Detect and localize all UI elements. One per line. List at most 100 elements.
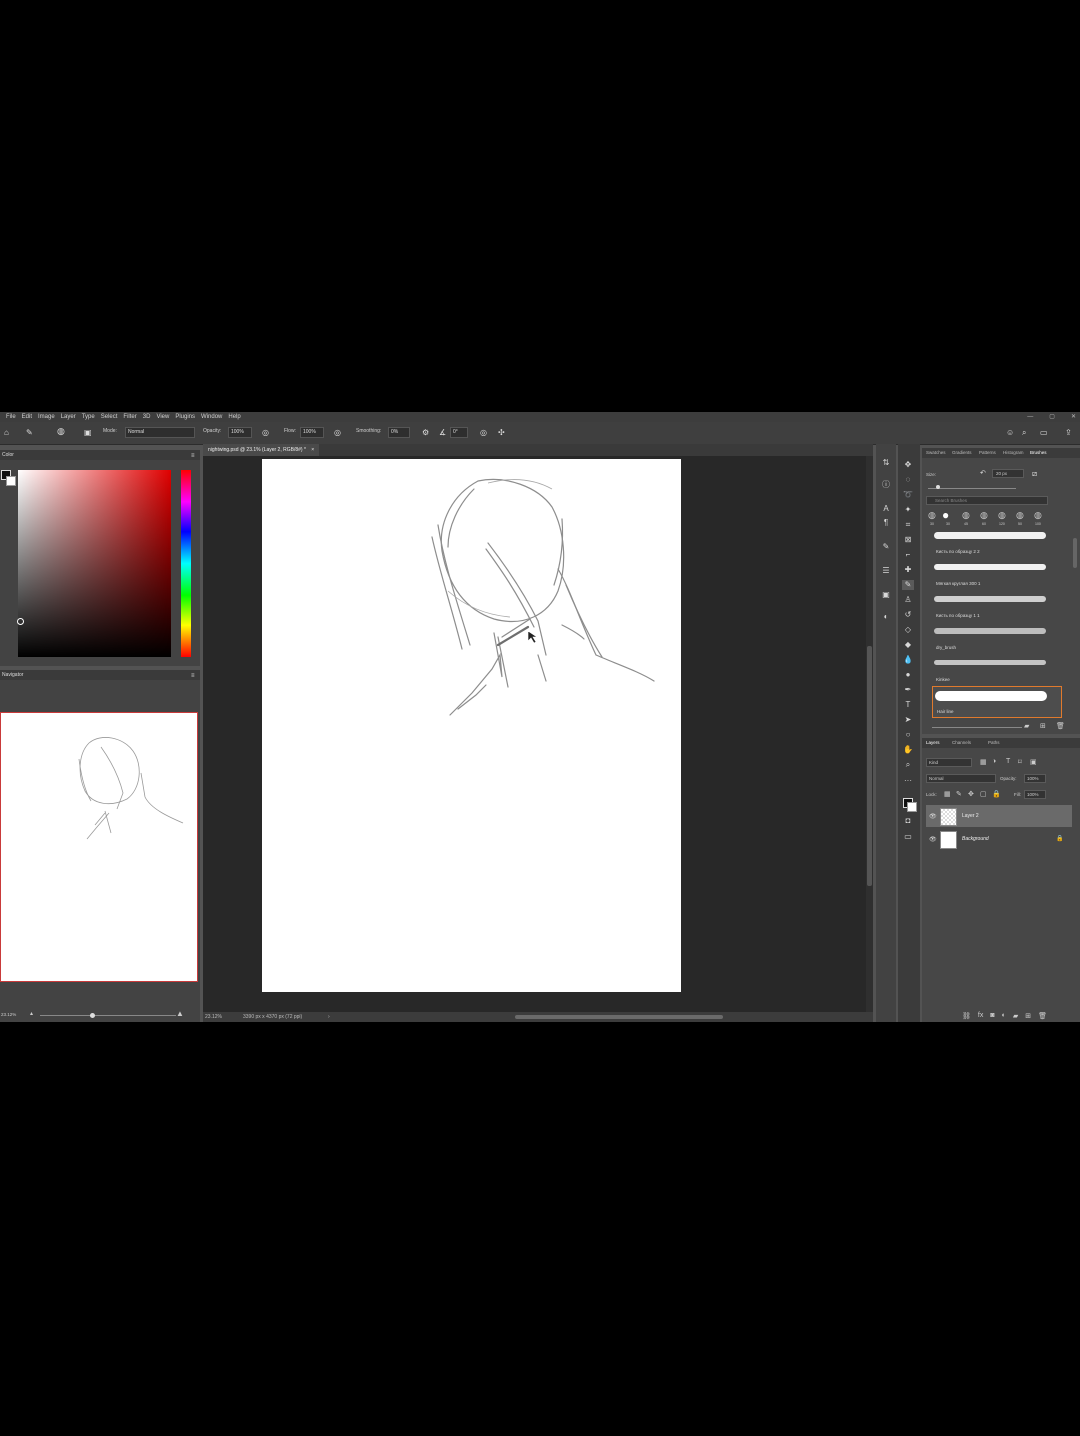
history-brush-icon[interactable]: ↺ (902, 610, 914, 620)
zoom-tool-icon[interactable]: ⌕ (902, 760, 914, 770)
hue-slider[interactable] (181, 470, 191, 657)
brush-tip-2-icon[interactable]: ● (942, 508, 949, 522)
document-tab[interactable]: nightwing.psd @ 23.1% (Layer 2, RGB/8#) … (203, 444, 320, 456)
menu-filter[interactable]: Filter (123, 412, 136, 422)
home-icon[interactable]: ⌂ (4, 429, 9, 437)
lasso-tool-icon[interactable]: ➰ (902, 490, 914, 500)
layer-style-icon[interactable]: fx (978, 1012, 983, 1020)
navigator-zoom-handle[interactable] (90, 1013, 95, 1018)
libraries-icon[interactable]: ▣ (880, 590, 892, 600)
status-expand-icon[interactable]: › (328, 1014, 330, 1020)
new-brush-preset-icon[interactable]: ⊞ (1040, 722, 1046, 730)
zoom-in-icon[interactable]: ▲ (176, 1009, 184, 1018)
trash-icon[interactable]: 🗑 (1056, 722, 1065, 730)
blend-mode-select[interactable]: Normal (926, 774, 996, 783)
menu-window[interactable]: Window (201, 412, 222, 422)
brush-item-label[interactable]: Мягкая круглая 300 1 (936, 581, 980, 586)
brush-tool-active-icon[interactable]: ✎ (902, 580, 914, 590)
brush-tip-1-icon[interactable]: ◍ (928, 510, 936, 521)
dodge-tool-icon[interactable]: ● (902, 670, 914, 680)
airbrush-icon[interactable]: ◎ (334, 429, 341, 437)
crop-tool-icon[interactable]: ⌗ (902, 520, 914, 530)
reset-size-icon[interactable]: ↶ (980, 470, 986, 478)
eye-icon[interactable]: 👁 (929, 813, 937, 820)
tab-patterns[interactable]: Patterns (979, 450, 996, 455)
brushes-scrollbar[interactable] (1073, 538, 1077, 568)
filter-type-icon[interactable]: T (1006, 758, 1010, 765)
eraser-icon[interactable]: ◇ (902, 625, 914, 635)
background-color-swatch[interactable] (6, 476, 16, 486)
minimize-icon[interactable]: — (1027, 412, 1033, 422)
brush-stroke-preview[interactable] (934, 532, 1046, 539)
size-slider[interactable] (928, 488, 1016, 489)
fill-field[interactable]: 100% (1024, 790, 1046, 799)
delete-layer-icon[interactable]: 🗑 (1038, 1012, 1047, 1020)
preview-size-slider[interactable] (932, 727, 1022, 728)
folder-icon[interactable]: ▰ (1024, 722, 1029, 730)
menu-image[interactable]: Image (38, 412, 55, 422)
menu-select[interactable]: Select (101, 412, 118, 422)
pen-tool-icon[interactable]: ✒ (902, 685, 914, 695)
share-icon[interactable]: ⇪ (1065, 429, 1072, 437)
close-icon[interactable]: ✕ (1071, 412, 1076, 422)
brush-settings-icon[interactable]: ▣ (84, 429, 92, 437)
navigator-zoom-value[interactable]: 23.12% (1, 1012, 16, 1017)
lock-position-icon[interactable]: ✥ (968, 790, 974, 798)
marquee-tool-icon[interactable]: ◌ (902, 475, 914, 485)
vertical-scroll-thumb[interactable] (867, 646, 872, 886)
clone-stamp-icon[interactable]: ♙ (902, 595, 914, 605)
move-tool-icon[interactable]: ✥ (902, 460, 914, 470)
filter-shape-icon[interactable]: ⌑ (1018, 758, 1022, 766)
tab-layers[interactable]: Layers (926, 740, 940, 745)
healing-brush-icon[interactable]: ✚ (902, 565, 914, 575)
menu-edit[interactable]: Edit (22, 412, 32, 422)
tab-brushes[interactable]: Brushes (1030, 450, 1047, 455)
paragraph-icon[interactable]: ¶ (880, 518, 892, 528)
brush-preset-icon[interactable]: ◍ (57, 427, 65, 436)
lock-artboard-icon[interactable]: ▢ (980, 790, 987, 798)
group-folder-icon[interactable]: ▰ (1013, 1012, 1018, 1020)
quick-mask-icon[interactable]: ◘ (902, 816, 914, 826)
layer-mask-icon[interactable]: ◙ (990, 1012, 994, 1020)
path-selection-icon[interactable]: ➤ (902, 715, 914, 725)
adjustment-layer-icon[interactable]: ◐ (1002, 1012, 1006, 1020)
info-icon[interactable]: ⓘ (880, 480, 892, 490)
layer-filter-select[interactable]: Kind (926, 758, 972, 767)
flow-field[interactable]: 100% (300, 427, 324, 438)
link-layers-icon[interactable]: ⛓ (962, 1012, 971, 1020)
brush-tip-3-icon[interactable]: ◍ (962, 510, 970, 521)
status-zoom[interactable]: 23.12% (205, 1014, 222, 1020)
filter-smart-object-icon[interactable]: ▣ (1030, 758, 1037, 766)
menu-plugins[interactable]: Plugins (175, 412, 195, 422)
color-saturation-field[interactable] (18, 470, 171, 657)
color-wheel-icon[interactable]: ◐ (880, 612, 892, 622)
menu-file[interactable]: File (6, 412, 16, 422)
document-canvas[interactable] (262, 459, 681, 992)
workspace-icon[interactable]: ▭ (1040, 429, 1048, 437)
properties-icon[interactable]: ☰ (880, 566, 892, 576)
menu-layer[interactable]: Layer (61, 412, 76, 422)
screen-mode-icon[interactable]: ▭ (902, 832, 914, 842)
mode-select[interactable]: Normal (125, 427, 195, 438)
opacity-field[interactable]: 100% (228, 427, 252, 438)
maximize-icon[interactable]: ▢ (1049, 412, 1055, 422)
zoom-out-icon[interactable]: ▴ (30, 1010, 33, 1017)
tab-close-icon[interactable]: × (311, 447, 314, 453)
pressure-size-icon[interactable]: ◎ (480, 429, 487, 437)
layer-row[interactable]: 👁 Layer 2 (926, 805, 1072, 827)
tab-channels[interactable]: Channels (952, 740, 971, 745)
new-layer-icon[interactable]: ⊞ (1025, 1012, 1031, 1020)
filter-pixel-icon[interactable]: ▦ (980, 758, 987, 766)
brush-stroke-preview[interactable] (934, 596, 1046, 602)
canvas-horizontal-scrollbar[interactable] (515, 1015, 723, 1019)
brush-search-input[interactable]: Search Brushes (926, 496, 1048, 505)
eye-icon[interactable]: 👁 (929, 836, 937, 843)
brush-tip-5-icon[interactable]: ◍ (998, 510, 1006, 521)
brush-item-label[interactable]: dry_brush (936, 645, 956, 650)
paint-bucket-icon[interactable]: ◆ (902, 640, 914, 650)
gear-icon[interactable]: ⚙ (422, 429, 429, 437)
hand-tool-icon[interactable]: ✋ (902, 745, 914, 755)
lock-pixels-icon[interactable]: ✎ (956, 790, 962, 798)
magic-wand-icon[interactable]: ✦ (902, 505, 914, 515)
navigator-thumbnail[interactable] (0, 712, 198, 982)
